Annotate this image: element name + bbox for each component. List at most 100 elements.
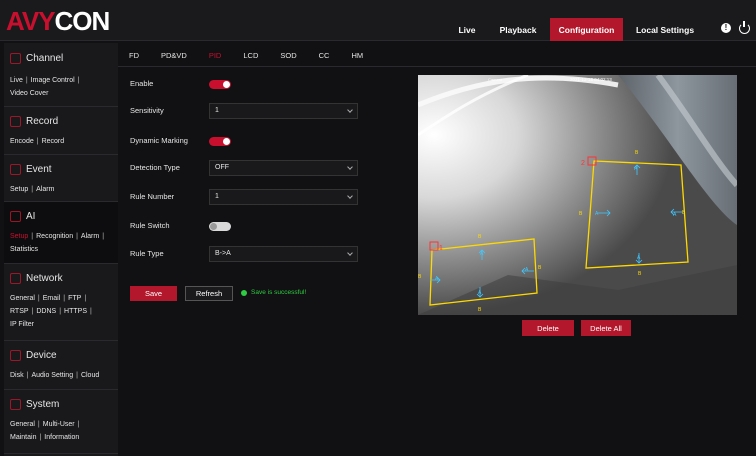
tab-fd[interactable]: FD xyxy=(118,46,150,66)
sidebar-link-ip-filter[interactable]: IP Filter xyxy=(10,321,34,328)
sensitivity-value: 1 xyxy=(215,107,219,114)
delete-all-button[interactable]: Delete All xyxy=(581,320,631,336)
sidebar-link-event-setup[interactable]: Setup xyxy=(10,186,28,193)
event-icon xyxy=(10,164,21,175)
device-icon xyxy=(10,350,21,361)
sidebar-link-system-general[interactable]: General xyxy=(10,421,35,428)
nav-playback[interactable]: Playback xyxy=(492,18,544,41)
sidebar-section-network: Network General | Email | FTP | RTSP | DDNS | HTT… xyxy=(4,264,118,341)
detection-type-select[interactable]: OFF xyxy=(209,160,358,176)
sidebar-link-audio-setting[interactable]: Audio Setting xyxy=(31,372,73,379)
nav-live[interactable]: Live xyxy=(448,18,486,41)
sidebar-link-statistics[interactable]: Statistics xyxy=(10,246,38,253)
sidebar-section-device: Device Disk | Audio Setting | Cloud xyxy=(4,341,118,390)
sidebar-title-record[interactable]: Record xyxy=(26,116,58,127)
chevron-down-icon xyxy=(347,107,353,113)
tab-pid[interactable]: PID xyxy=(198,46,233,66)
enable-toggle[interactable] xyxy=(209,80,231,89)
tab-sod[interactable]: SOD xyxy=(269,46,307,66)
tab-cc[interactable]: CC xyxy=(308,46,341,66)
chevron-down-icon xyxy=(347,164,353,170)
rule-switch-toggle[interactable] xyxy=(209,222,231,231)
sidebar-title-network[interactable]: Network xyxy=(26,273,63,284)
sidebar-link-encode[interactable]: Encode xyxy=(10,138,34,145)
sidebar-link-disk[interactable]: Disk xyxy=(10,372,24,379)
rule-switch-label: Rule Switch xyxy=(130,221,170,230)
dynamic-marking-toggle[interactable] xyxy=(209,137,231,146)
sidebar-link-https[interactable]: HTTPS xyxy=(64,308,87,315)
sidebar-link-recognition[interactable]: Recognition xyxy=(36,233,73,240)
sidebar-title-device[interactable]: Device xyxy=(26,350,57,361)
sidebar-section-system: System General | Multi-User | Maintain | Info… xyxy=(4,390,118,454)
save-status: Save is successful! xyxy=(241,289,306,296)
rule-number-select[interactable]: 1 xyxy=(209,189,358,205)
tab-hm[interactable]: HM xyxy=(340,46,374,66)
sidebar-link-ai-alarm[interactable]: Alarm xyxy=(81,233,99,240)
sidebar-title-ai[interactable]: AI xyxy=(26,211,35,222)
sidebar-link-ftp[interactable]: FTP xyxy=(68,295,81,302)
sidebar-title-event[interactable]: Event xyxy=(26,164,52,175)
nav-local-settings[interactable]: Local Settings xyxy=(629,18,701,41)
top-bar: AVYCON Live Playback Configuration Local… xyxy=(0,0,756,41)
sidebar-link-live[interactable]: Live xyxy=(10,77,23,84)
chevron-down-icon xyxy=(347,193,353,199)
info-icon[interactable]: ! xyxy=(721,23,731,33)
sidebar-link-general[interactable]: General xyxy=(10,295,35,302)
sidebar-link-cloud[interactable]: Cloud xyxy=(81,372,99,379)
sidebar-link-video-cover[interactable]: Video Cover xyxy=(10,90,48,97)
sensitivity-label: Sensitivity xyxy=(130,106,164,115)
sidebar-link-ai-setup[interactable]: Setup xyxy=(10,233,28,240)
sidebar-title-system[interactable]: System xyxy=(26,399,59,410)
sidebar-link-information[interactable]: Information xyxy=(44,434,79,441)
sidebar-link-ddns[interactable]: DDNS xyxy=(36,308,56,315)
sidebar-link-maintain[interactable]: Maintain xyxy=(10,434,36,441)
save-button[interactable]: Save xyxy=(130,286,177,301)
tab-lcd[interactable]: LCD xyxy=(232,46,269,66)
brand-logo: AVYCON xyxy=(6,6,111,37)
sidebar-title-channel[interactable]: Channel xyxy=(26,53,63,64)
sidebar-link-image-control[interactable]: Image Control xyxy=(31,77,75,84)
rule-type-label: Rule Type xyxy=(130,249,164,258)
sidebar-section-ai: AI Setup | Recognition | Alarm | Statistics xyxy=(4,202,118,264)
rule-2-number: 2 xyxy=(581,160,585,167)
sidebar-link-rtsp[interactable]: RTSP xyxy=(10,308,29,315)
tab-divider xyxy=(118,66,756,67)
system-icon xyxy=(10,399,21,410)
power-icon[interactable] xyxy=(739,21,750,34)
ai-icon xyxy=(10,211,21,222)
rule-type-value: B->A xyxy=(215,250,231,257)
network-icon xyxy=(10,273,21,284)
logo-part-con: CON xyxy=(54,6,111,36)
sensitivity-select[interactable]: 1 xyxy=(209,103,358,119)
sidebar: Channel Live | Image Control | Video Cover … xyxy=(4,43,118,456)
video-preview[interactable]: Camera 2021-12-18 04:02:13 2 B A B A A B… xyxy=(418,75,737,315)
rule-number-value: 1 xyxy=(215,193,219,200)
sidebar-link-event-alarm[interactable]: Alarm xyxy=(36,186,54,193)
sidebar-link-email[interactable]: Email xyxy=(43,295,61,302)
sidebar-section-record: Record Encode | Record xyxy=(4,107,118,155)
sidebar-section-channel: Channel Live | Image Control | Video Cover xyxy=(4,43,118,107)
timestamp-overlay: 2021-12-18 04:02:13 xyxy=(570,77,612,82)
sidebar-link-record[interactable]: Record xyxy=(42,138,65,145)
rule-type-select[interactable]: B->A xyxy=(209,246,358,262)
video-canvas: Camera 2021-12-18 04:02:13 2 B A B A A B… xyxy=(418,75,737,315)
logo-part-avy: AVY xyxy=(6,6,56,36)
save-status-text: Save is successful! xyxy=(251,289,307,296)
channel-icon xyxy=(10,53,21,64)
record-icon xyxy=(10,116,21,127)
enable-label: Enable xyxy=(130,79,154,88)
tab-pd-vd[interactable]: PD&VD xyxy=(150,46,198,66)
refresh-button[interactable]: Refresh xyxy=(185,286,233,301)
sidebar-link-multi-user[interactable]: Multi-User xyxy=(43,421,75,428)
detection-type-value: OFF xyxy=(215,164,229,171)
rule-number-label: Rule Number xyxy=(130,192,175,201)
camera-name-overlay: Camera xyxy=(488,77,503,82)
function-tabs: FD PD&VD PID LCD SOD CC HM xyxy=(118,46,374,66)
rule-1-number: 1 xyxy=(439,245,443,252)
nav-configuration[interactable]: Configuration xyxy=(550,18,623,41)
dynamic-marking-label: Dynamic Marking xyxy=(130,136,188,145)
sidebar-section-event: Event Setup | Alarm xyxy=(4,155,118,202)
success-icon xyxy=(241,289,247,296)
delete-button[interactable]: Delete xyxy=(522,320,574,336)
detection-type-label: Detection Type xyxy=(130,163,180,172)
